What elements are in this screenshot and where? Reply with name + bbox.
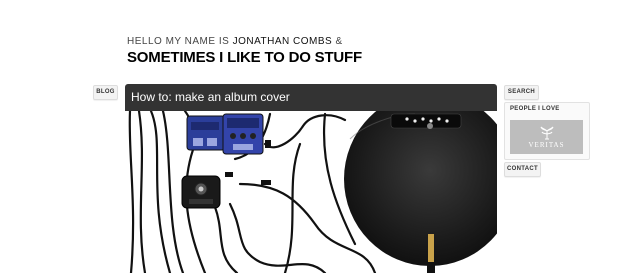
site-tagline[interactable]: SOMETIMES I LIKE TO DO STUFF <box>127 49 362 66</box>
veritas-link[interactable]: VERITAS <box>510 120 583 154</box>
tuner-pedal <box>181 175 221 209</box>
site-intro: HELLO MY NAME IS JONATHAN COMBS & <box>127 36 362 48</box>
contact-button[interactable]: CONTACT <box>504 162 541 177</box>
people-title: PEOPLE I LOVE <box>510 106 560 112</box>
intro-suffix: & <box>332 36 343 47</box>
author-name: JONATHAN COMBS <box>232 36 333 47</box>
album-cover-photo <box>125 84 497 273</box>
post-title[interactable]: How to: make an album cover <box>131 90 290 104</box>
people-i-love-widget: PEOPLE I LOVE VERITAS <box>504 102 590 160</box>
intro-prefix: HELLO MY NAME IS <box>127 36 233 47</box>
blog-post: How to: make an album cover <box>125 84 497 273</box>
effects-pedal <box>186 113 264 155</box>
veritas-wings-icon <box>540 126 553 140</box>
blog-tab[interactable]: BLOG <box>93 85 118 100</box>
search-button[interactable]: SEARCH <box>504 85 539 100</box>
site-header: HELLO MY NAME IS JONATHAN COMBS & SOMETI… <box>127 36 362 66</box>
veritas-label: VERITAS <box>528 141 565 149</box>
post-title-bar: How to: make an album cover <box>125 84 497 111</box>
